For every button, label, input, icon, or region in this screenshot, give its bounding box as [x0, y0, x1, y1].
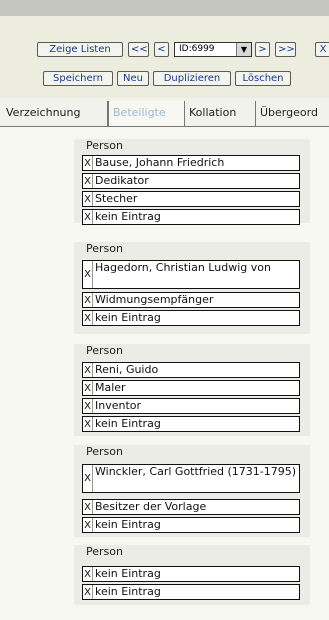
person-label: Person	[86, 344, 123, 357]
empty-entry[interactable]: X kein Eintrag	[82, 209, 300, 225]
person-group: Person X Winckler, Carl Gottfried (1731-…	[74, 445, 310, 537]
last-record-button[interactable]: >>	[275, 42, 296, 57]
remove-icon[interactable]: X	[83, 500, 93, 514]
empty-entry[interactable]: X kein Eintrag	[82, 310, 300, 326]
remove-icon[interactable]: X	[83, 417, 93, 431]
close-button[interactable]: X	[315, 42, 329, 57]
remove-icon[interactable]: X	[83, 192, 93, 206]
person-group: Person X Hagedorn, Christian Ludwig von …	[74, 242, 310, 334]
chevron-down-icon[interactable]: ▼	[236, 43, 251, 56]
tab-beteiligte[interactable]: Beteiligte	[108, 101, 185, 128]
first-record-button[interactable]: <<	[128, 42, 149, 57]
previous-record-button[interactable]: <	[154, 42, 169, 57]
remove-icon[interactable]: X	[83, 585, 93, 599]
save-button[interactable]: Speichern	[43, 71, 113, 86]
app-frame: Zeige Listen << < ID:6999 ▼ > >> X Speic…	[0, 0, 329, 620]
person-label: Person	[86, 139, 123, 152]
tab-kollation[interactable]: Kollation	[185, 101, 256, 126]
remove-icon[interactable]: X	[83, 174, 93, 188]
remove-icon[interactable]: X	[83, 518, 93, 532]
remove-icon[interactable]: X	[83, 381, 93, 395]
empty-entry[interactable]: X kein Eintrag	[82, 566, 300, 582]
remove-icon[interactable]: X	[83, 293, 93, 307]
person-label: Person	[86, 545, 123, 558]
person-entry[interactable]: X Reni, Guido	[82, 362, 300, 378]
remove-icon[interactable]: X	[83, 465, 93, 492]
role-entry[interactable]: X Besitzer der Vorlage	[82, 499, 300, 515]
person-entry[interactable]: X Winckler, Carl Gottfried (1731-1795)	[82, 464, 300, 493]
remove-icon[interactable]: X	[83, 363, 93, 377]
remove-icon[interactable]: X	[83, 399, 93, 413]
person-group: Person X Bause, Johann Friedrich X Dedik…	[74, 139, 310, 225]
remove-icon[interactable]: X	[83, 567, 93, 581]
participants-panel: Person X Bause, Johann Friedrich X Dedik…	[0, 127, 329, 620]
role-entry[interactable]: X Widmungsempfänger	[82, 292, 300, 308]
person-group: Person X Reni, Guido X Maler X Inventor …	[74, 344, 310, 436]
new-button[interactable]: Neu	[117, 71, 149, 86]
role-entry[interactable]: X Stecher	[82, 191, 300, 207]
next-record-button[interactable]: >	[255, 42, 270, 57]
remove-icon[interactable]: X	[83, 210, 93, 224]
record-id-value: ID:6999	[179, 44, 215, 54]
record-id-select[interactable]: ID:6999 ▼	[174, 42, 252, 57]
empty-entry[interactable]: X kein Eintrag	[82, 584, 300, 600]
duplicate-button[interactable]: Duplizieren	[153, 71, 231, 86]
role-entry[interactable]: X Dedikator	[82, 173, 300, 189]
remove-icon[interactable]: X	[83, 311, 93, 325]
empty-entry[interactable]: X kein Eintrag	[82, 517, 300, 533]
tab-verzeichnung[interactable]: Verzeichnung	[2, 101, 108, 126]
person-label: Person	[86, 445, 123, 458]
toolbar: Zeige Listen << < ID:6999 ▼ > >> X Speic…	[0, 16, 329, 98]
remove-icon[interactable]: X	[83, 261, 93, 288]
show-lists-button[interactable]: Zeige Listen	[37, 42, 123, 57]
tab-bar: Verzeichnung Beteiligte Kollation Überge…	[0, 101, 329, 128]
delete-button[interactable]: Löschen	[235, 71, 291, 86]
title-strip	[0, 0, 329, 16]
person-label: Person	[86, 242, 123, 255]
role-entry[interactable]: X Maler	[82, 380, 300, 396]
tab-uebergeordnet[interactable]: Übergeord	[256, 101, 329, 126]
person-entry[interactable]: X Bause, Johann Friedrich	[82, 155, 300, 171]
empty-entry[interactable]: X kein Eintrag	[82, 416, 300, 432]
role-entry[interactable]: X Inventor	[82, 398, 300, 414]
remove-icon[interactable]: X	[83, 156, 93, 170]
person-group: Person X kein Eintrag X kein Eintrag	[74, 545, 310, 605]
person-entry[interactable]: X Hagedorn, Christian Ludwig von	[82, 260, 300, 289]
